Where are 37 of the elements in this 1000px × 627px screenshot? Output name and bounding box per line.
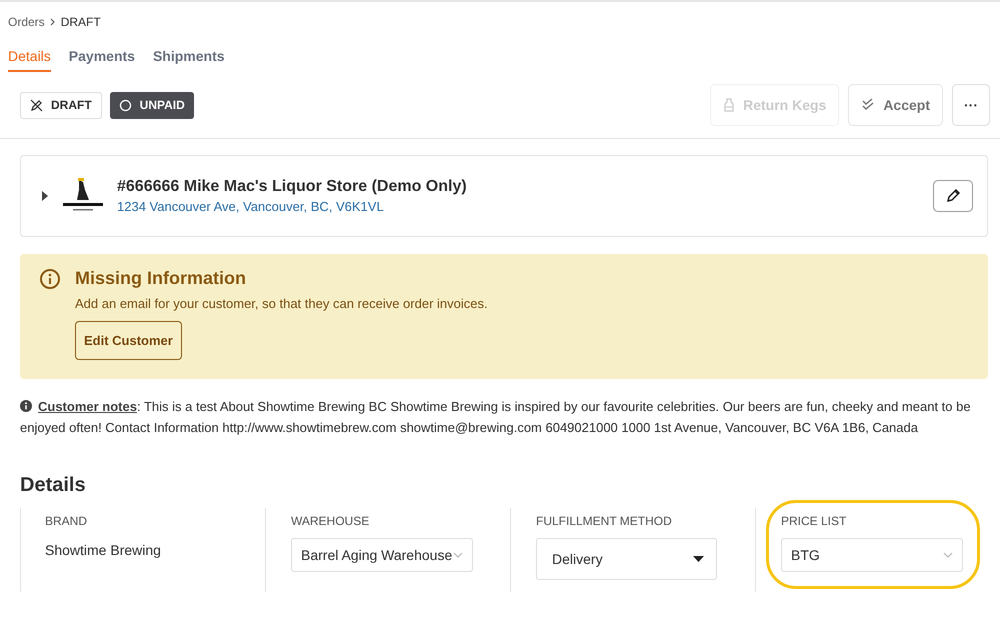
status-badge: UNPAID xyxy=(110,92,194,118)
bottle-icon xyxy=(723,98,736,112)
select-field[interactable]: BTG xyxy=(781,538,963,572)
edit-button[interactable] xyxy=(933,180,973,212)
customer-notes: Customer notes: This is a test About Showtime Brewing BC Showtime Brewing is inspired by our favourite celebrities. Our beers are fun, cheeky and meant to be enjoyed often! Contact Information http://www.showtimebrew.com showtime@brewing.com 6049021000 1000 1st Avenue, Vancouver, BC V6A 1B6, Canada xyxy=(20,398,972,437)
alert-title: Missing Information xyxy=(75,268,246,288)
tab[interactable]: Payments xyxy=(68,45,135,72)
customer-name: #666666 Mike Mac's Liquor Store (Demo Only) xyxy=(117,178,468,196)
tab[interactable]: Details xyxy=(8,45,51,72)
circle-icon xyxy=(118,98,132,112)
caret-down-icon xyxy=(693,556,704,562)
alert-message: Add an email for your customer, so that they can receive order invoices. xyxy=(75,296,488,311)
double-check-icon xyxy=(861,98,876,112)
field-label: FULFILLMENT METHOD xyxy=(536,514,673,528)
chevron-icon xyxy=(48,18,57,26)
caret-right-icon[interactable] xyxy=(41,190,49,202)
customer-address[interactable]: 1234 Vancouver Ave, Vancouver, BC, V6K1VL xyxy=(117,199,933,214)
info-icon xyxy=(39,268,61,290)
field-value: Showtime Brewing xyxy=(45,542,162,558)
pencil-icon xyxy=(946,189,960,203)
breadcrumb-link[interactable]: Orders xyxy=(8,15,45,29)
select-field[interactable]: Barrel Aging Warehouse xyxy=(291,538,473,572)
chevron-down-icon xyxy=(943,552,953,558)
breadcrumb-current: DRAFT xyxy=(60,15,101,29)
field-label: BRAND xyxy=(45,514,88,528)
field-label: WAREHOUSE xyxy=(291,514,370,528)
tab[interactable]: Shipments xyxy=(152,45,225,72)
info-icon xyxy=(20,400,32,412)
status-badge: DRAFT xyxy=(20,92,102,118)
more-button[interactable]: ··· xyxy=(952,84,990,126)
field-label: PRICE LIST xyxy=(781,514,848,528)
select-field[interactable]: Delivery xyxy=(536,538,717,580)
section-title: Details xyxy=(20,474,87,497)
chevron-down-icon xyxy=(453,552,463,558)
pencil-slash-icon xyxy=(30,98,43,112)
accept-button[interactable]: Accept xyxy=(848,84,943,126)
edit-customer-button[interactable]: Edit Customer xyxy=(75,321,182,360)
